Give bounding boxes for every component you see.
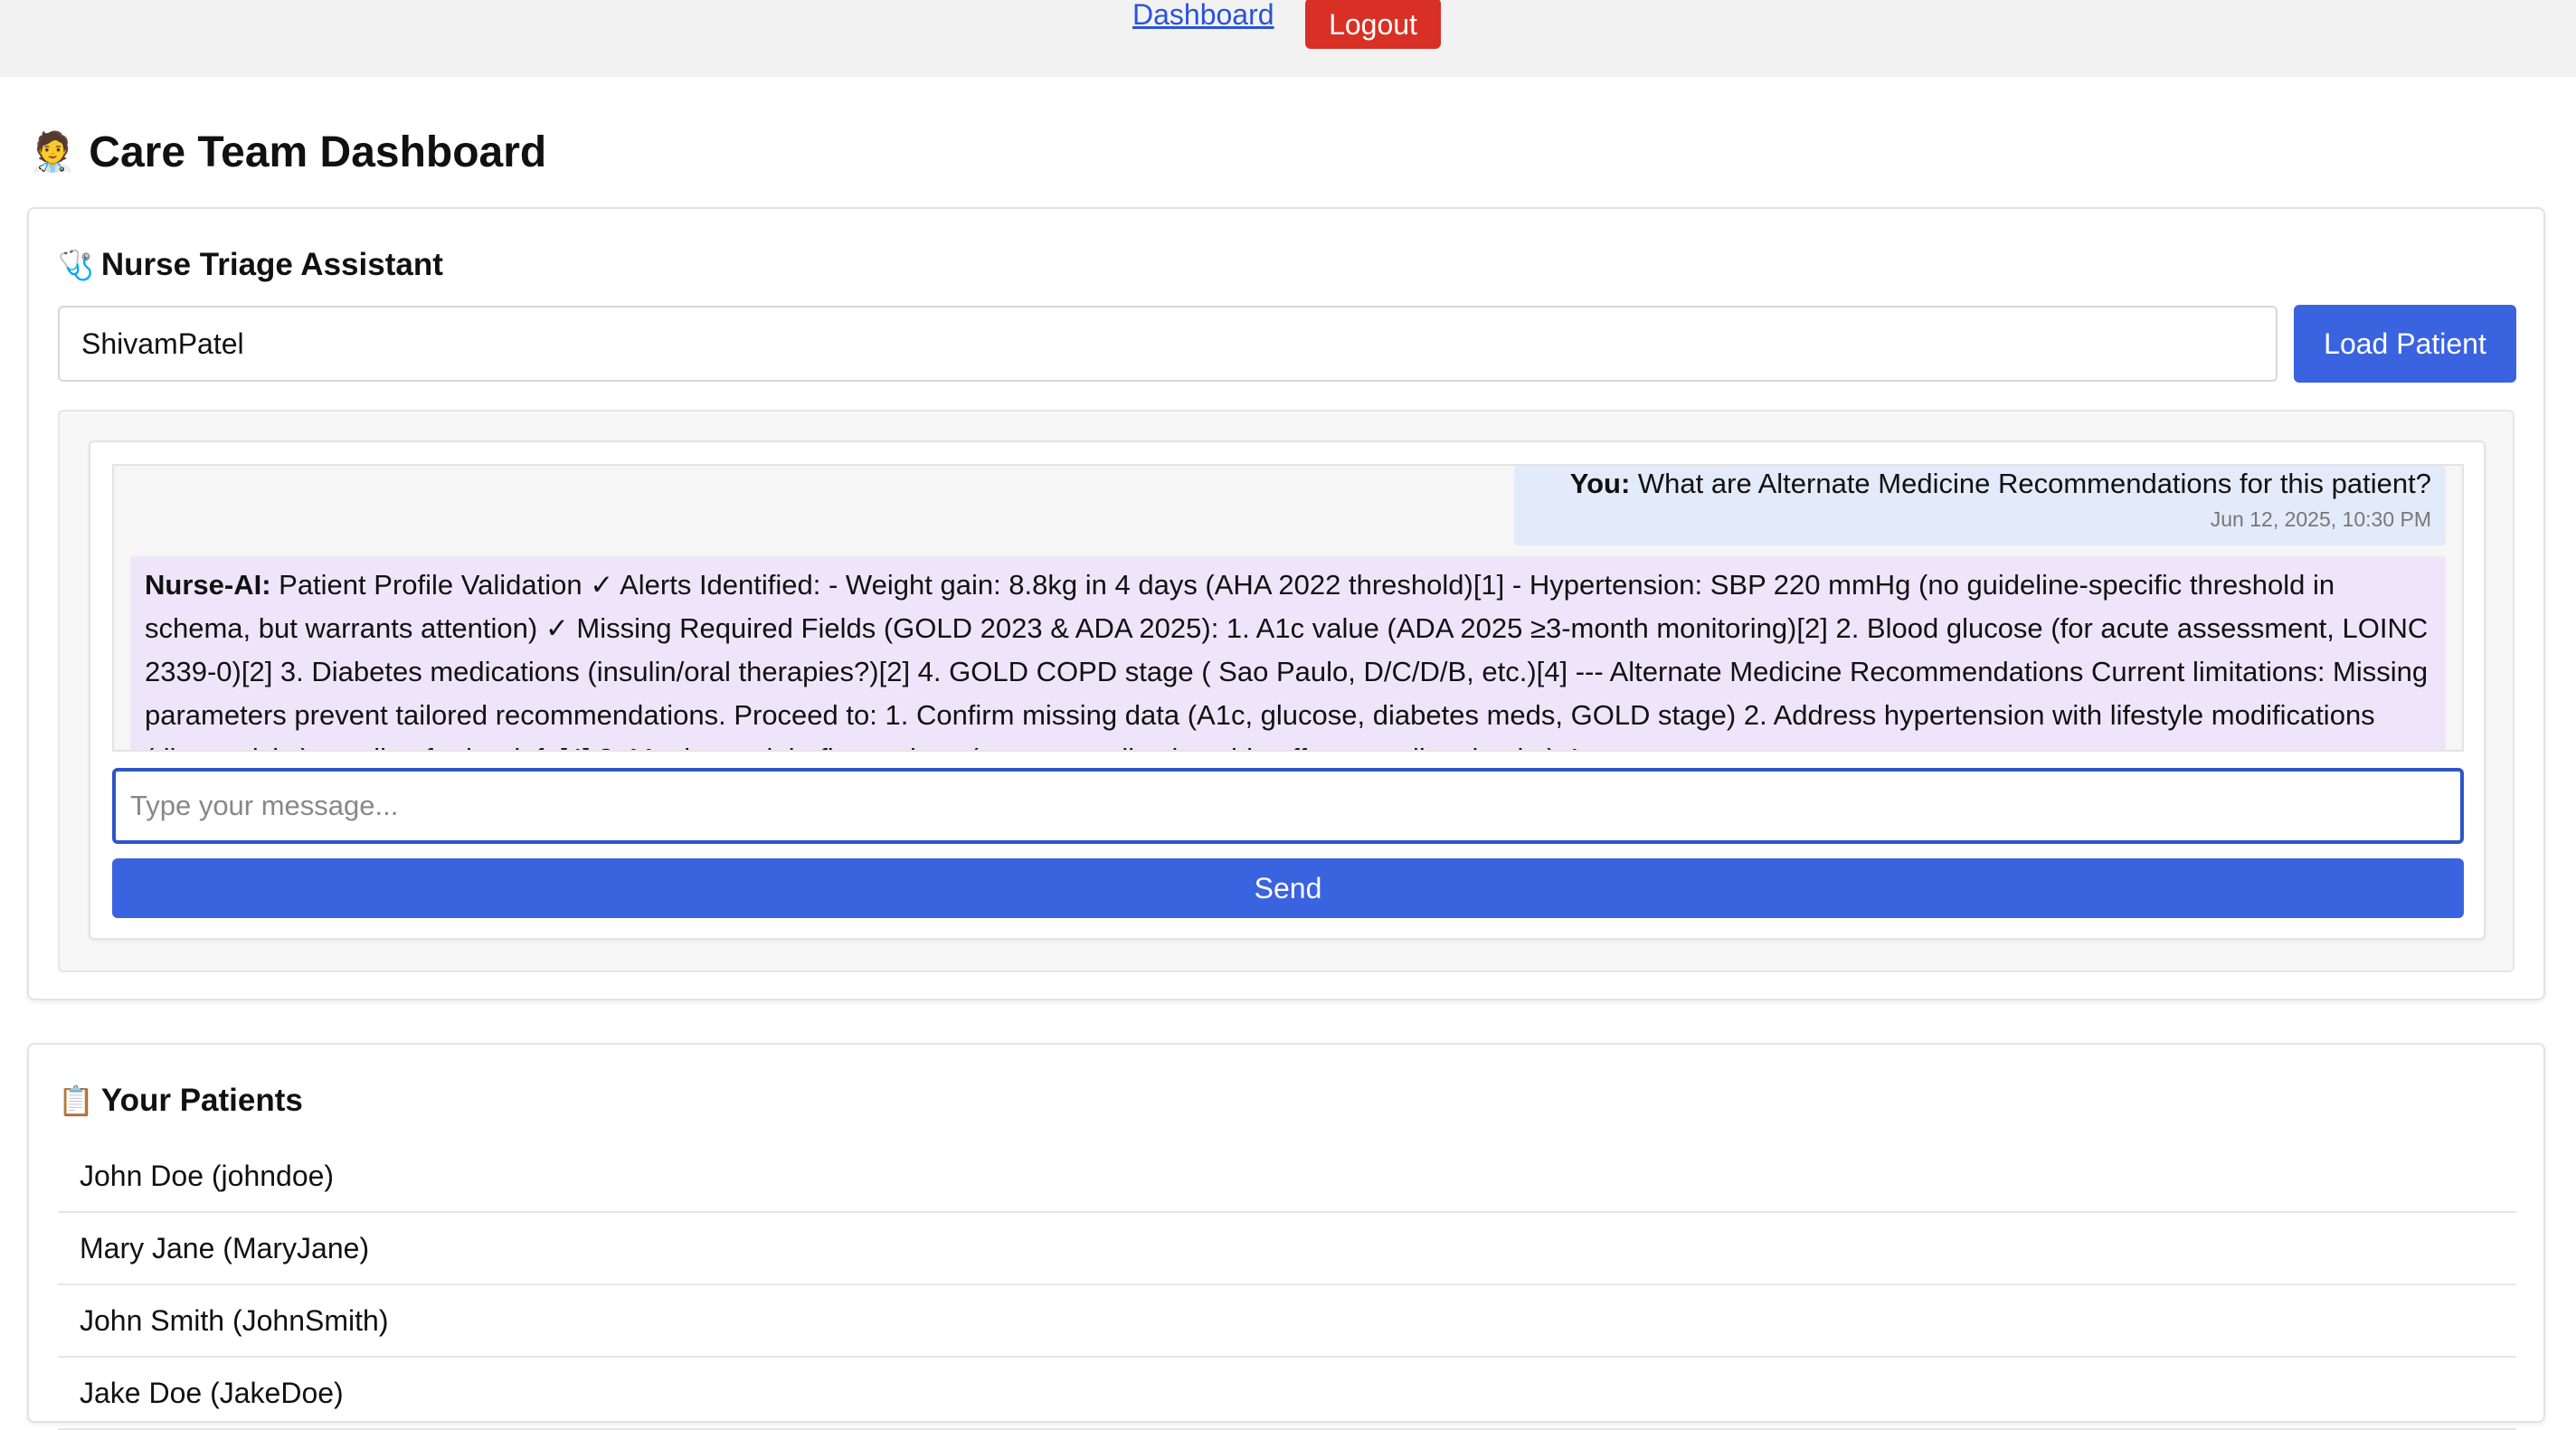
patient-list-item[interactable]: Mary Jane (MaryJane) — [58, 1213, 2516, 1285]
your-patients-card: 📋 Your Patients John Doe (johndoe) Mary … — [27, 1043, 2545, 1430]
user-message-bubble: You: What are Alternate Medicine Recomme… — [1514, 466, 2446, 545]
patient-list-item[interactable]: John Doe (johndoe) — [58, 1141, 2516, 1213]
patient-list-item[interactable]: Jake Doe (JakeDoe) — [58, 1358, 2516, 1430]
load-patient-button[interactable]: Load Patient — [2294, 305, 2516, 383]
nurse-triage-card: 🩺 Nurse Triage Assistant Load Patient Yo… — [27, 207, 2545, 1000]
patient-list: John Doe (johndoe) Mary Jane (MaryJane) … — [58, 1141, 2516, 1430]
patient-list-item[interactable]: John Smith (JohnSmith) — [58, 1285, 2516, 1358]
chat-panel: You: What are Alternate Medicine Recomme… — [89, 440, 2486, 940]
patient-id-input[interactable] — [58, 306, 2278, 382]
send-button[interactable]: Send — [112, 858, 2464, 918]
user-sender-label: You: — [1569, 468, 1631, 499]
patients-section-title: 📋 Your Patients — [58, 1081, 303, 1121]
ai-message-bubble: Nurse-AI: Patient Profile Validation ✓ A… — [130, 556, 2446, 750]
message-history[interactable]: You: What are Alternate Medicine Recomme… — [112, 464, 2464, 752]
page-title: 🧑‍⚕️ Care Team Dashboard — [29, 120, 546, 184]
ai-message-text: Patient Profile Validation ✓ Alerts Iden… — [145, 569, 2429, 750]
page-title-text: Care Team Dashboard — [89, 128, 547, 176]
patients-title-text: Your Patients — [100, 1083, 303, 1118]
ai-sender-label: Nurse-AI: — [145, 569, 271, 601]
chat-message-input[interactable] — [112, 768, 2464, 844]
user-message-line: You: What are Alternate Medicine Recomme… — [1529, 466, 2431, 502]
triage-section-title: 🩺 Nurse Triage Assistant — [58, 245, 443, 285]
triage-title-text: Nurse Triage Assistant — [100, 247, 443, 282]
dashboard-link[interactable]: Dashboard — [1132, 0, 1274, 31]
top-navigation-bar: Dashboard Logout — [0, 0, 2576, 77]
chat-container: You: What are Alternate Medicine Recomme… — [58, 410, 2514, 972]
clipboard-icon: 📋 — [58, 1084, 94, 1117]
stethoscope-icon: 🩺 — [58, 249, 94, 281]
user-message-text: What are Alternate Medicine Recommendati… — [1637, 468, 2431, 499]
health-worker-icon: 🧑‍⚕️ — [29, 129, 77, 173]
message-timestamp: Jun 12, 2025, 10:30 PM — [2210, 507, 2431, 531]
logout-button[interactable]: Logout — [1305, 0, 1441, 49]
